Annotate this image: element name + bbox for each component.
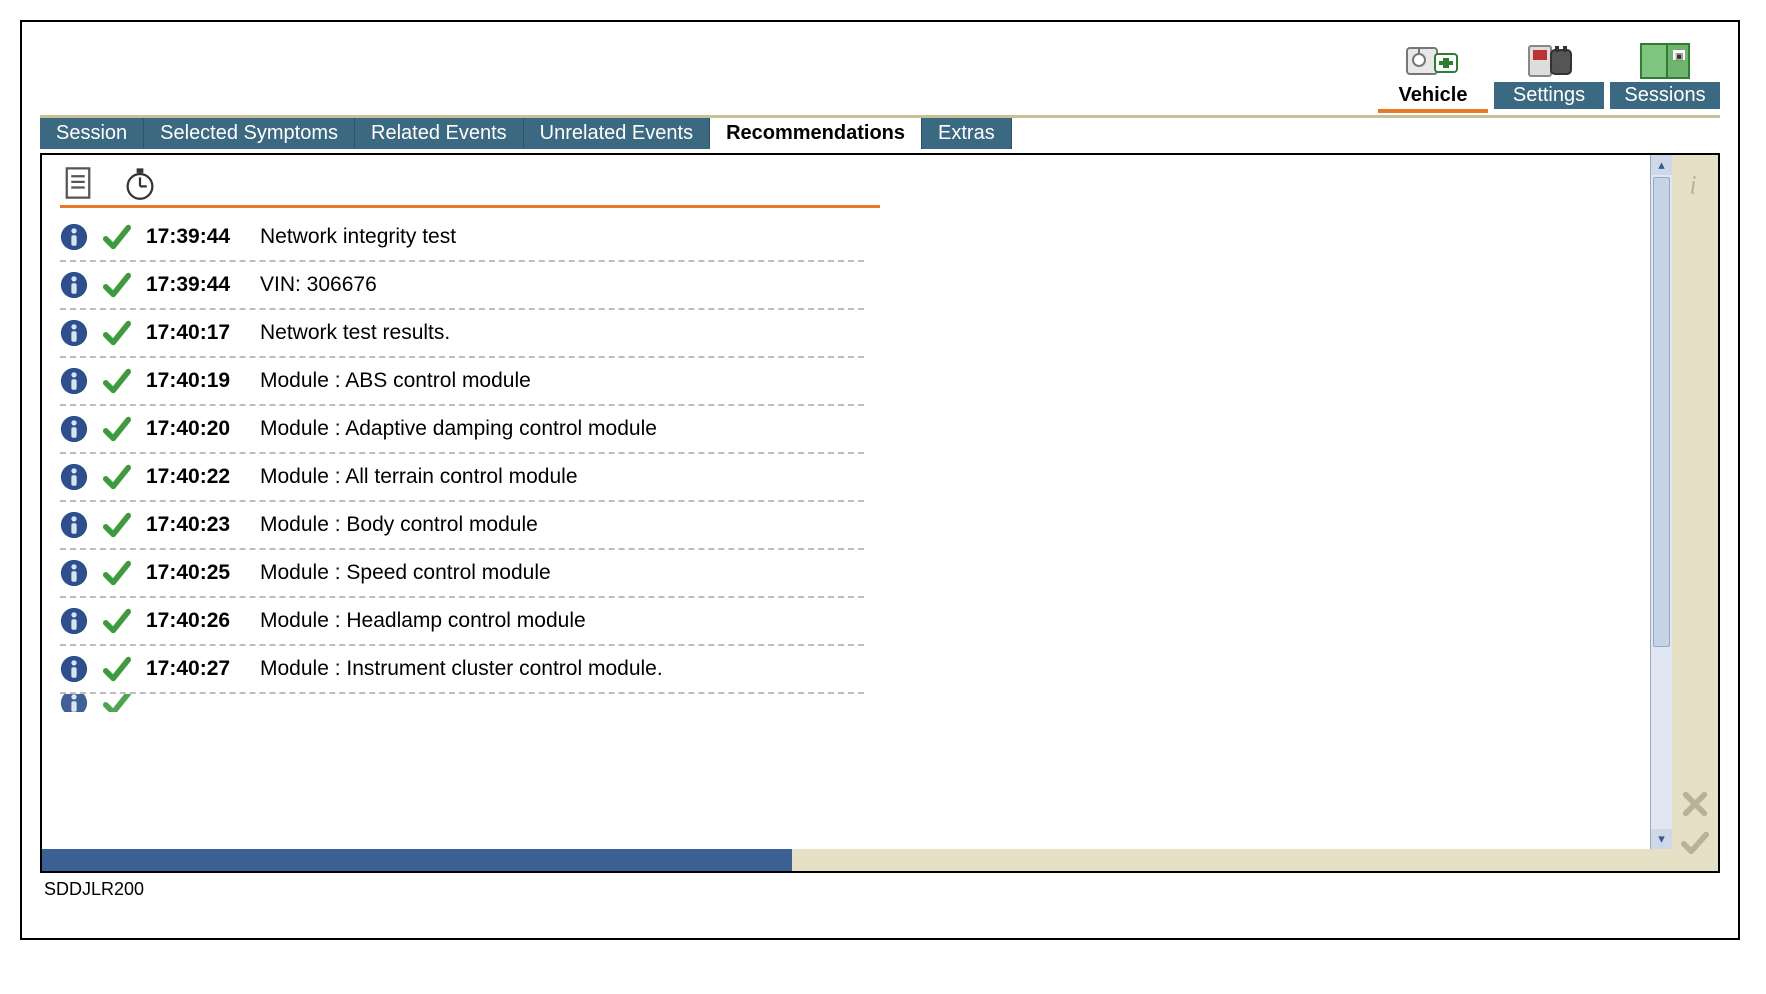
log-row[interactable]: 17:40:20 Module : Adaptive damping contro… bbox=[60, 406, 864, 454]
log-timestamp: 17:39:44 bbox=[146, 273, 246, 297]
log-row[interactable]: 17:40:26 Module : Headlamp control module bbox=[60, 598, 864, 646]
log-timestamp: 17:39:44 bbox=[146, 225, 246, 249]
log-description: Module : Headlamp control module bbox=[260, 609, 586, 633]
info-icon[interactable] bbox=[60, 511, 88, 539]
log-list: 17:39:44 Network integrity test 17:39:44 VI… bbox=[42, 208, 882, 712]
check-icon bbox=[102, 222, 132, 252]
log-timestamp: 17:40:23 bbox=[146, 513, 246, 537]
log-description: Module : Instrument cluster control modu… bbox=[260, 657, 663, 681]
confirm-icon[interactable] bbox=[1680, 827, 1710, 857]
log-row[interactable]: 17:39:44 VIN: 306676 bbox=[60, 262, 864, 310]
info-icon[interactable] bbox=[60, 415, 88, 443]
check-icon bbox=[102, 510, 132, 540]
scroll-up-arrow-icon[interactable]: ▴ bbox=[1651, 155, 1672, 175]
figure-label: SDDJLR200 bbox=[44, 879, 1720, 900]
info-icon[interactable] bbox=[60, 319, 88, 347]
settings-icon bbox=[1521, 40, 1577, 82]
check-icon bbox=[102, 366, 132, 396]
stopwatch-icon bbox=[122, 165, 158, 201]
check-icon bbox=[102, 654, 132, 684]
tab-related-events[interactable]: Related Events bbox=[355, 118, 524, 149]
topnav-sessions[interactable]: Sessions bbox=[1610, 40, 1720, 113]
cancel-icon[interactable] bbox=[1680, 789, 1710, 819]
log-row[interactable]: 17:40:25 Module : Speed control module bbox=[60, 550, 864, 598]
log-timestamp: 17:40:20 bbox=[146, 417, 246, 441]
log-description: Module : Adaptive damping control module bbox=[260, 417, 657, 441]
horizontal-scroll-thumb[interactable] bbox=[42, 849, 792, 871]
topnav-vehicle[interactable]: Vehicle bbox=[1378, 40, 1488, 113]
log-row[interactable]: 17:40:27 Module : Instrument cluster cont… bbox=[60, 646, 864, 694]
log-timestamp: 17:40:17 bbox=[146, 321, 246, 345]
column-header bbox=[42, 155, 1672, 205]
tab-unrelated-events[interactable]: Unrelated Events bbox=[524, 118, 710, 149]
log-row[interactable]: 17:40:17 Network test results. bbox=[60, 310, 864, 358]
topnav-settings[interactable]: Settings bbox=[1494, 40, 1604, 113]
log-timestamp: 17:40:19 bbox=[146, 369, 246, 393]
log-row[interactable] bbox=[60, 694, 864, 712]
log-timestamp: 17:40:22 bbox=[146, 465, 246, 489]
log-description: Network test results. bbox=[260, 321, 450, 345]
top-nav: Vehicle Settings Sessions bbox=[40, 40, 1720, 113]
log-timestamp: 17:40:26 bbox=[146, 609, 246, 633]
check-icon bbox=[102, 694, 132, 712]
tab-selected-symptoms[interactable]: Selected Symptoms bbox=[144, 118, 355, 149]
log-content: 17:39:44 Network integrity test 17:39:44 VI… bbox=[42, 155, 1672, 871]
topnav-label: Settings bbox=[1494, 82, 1604, 109]
scroll-down-arrow-icon[interactable]: ▾ bbox=[1651, 829, 1672, 849]
sessions-icon bbox=[1637, 40, 1693, 82]
info-icon[interactable] bbox=[1680, 169, 1710, 199]
log-description: Module : Speed control module bbox=[260, 561, 551, 585]
check-icon bbox=[102, 414, 132, 444]
info-icon[interactable] bbox=[60, 271, 88, 299]
vertical-scrollbar[interactable]: ▴ ▾ bbox=[1650, 155, 1672, 849]
tab-extras[interactable]: Extras bbox=[922, 118, 1012, 149]
recommendations-panel: 17:39:44 Network integrity test 17:39:44 VI… bbox=[40, 153, 1720, 873]
log-row[interactable]: 17:40:19 Module : ABS control module bbox=[60, 358, 864, 406]
check-icon bbox=[102, 558, 132, 588]
info-icon[interactable] bbox=[60, 655, 88, 683]
tab-session[interactable]: Session bbox=[40, 118, 144, 149]
log-timestamp: 17:40:27 bbox=[146, 657, 246, 681]
info-icon[interactable] bbox=[60, 694, 88, 712]
log-row[interactable]: 17:40:23 Module : Body control module bbox=[60, 502, 864, 550]
tab-strip: Session Selected Symptoms Related Events… bbox=[40, 115, 1720, 149]
scroll-thumb[interactable] bbox=[1653, 177, 1670, 647]
document-icon bbox=[60, 165, 96, 201]
check-icon bbox=[102, 270, 132, 300]
log-row[interactable]: 17:40:22 Module : All terrain control mod… bbox=[60, 454, 864, 502]
log-row[interactable]: 17:39:44 Network integrity test bbox=[60, 214, 864, 262]
log-description: Module : All terrain control module bbox=[260, 465, 578, 489]
log-description: VIN: 306676 bbox=[260, 273, 377, 297]
log-description: Module : ABS control module bbox=[260, 369, 531, 393]
horizontal-scrollbar[interactable] bbox=[42, 849, 1672, 871]
check-icon bbox=[102, 318, 132, 348]
info-icon[interactable] bbox=[60, 223, 88, 251]
info-icon[interactable] bbox=[60, 559, 88, 587]
info-icon[interactable] bbox=[60, 463, 88, 491]
check-icon bbox=[102, 462, 132, 492]
action-sidebar bbox=[1672, 155, 1718, 871]
check-icon bbox=[102, 606, 132, 636]
info-icon[interactable] bbox=[60, 367, 88, 395]
tab-recommendations[interactable]: Recommendations bbox=[710, 118, 922, 149]
log-description: Network integrity test bbox=[260, 225, 456, 249]
log-description: Module : Body control module bbox=[260, 513, 538, 537]
log-timestamp: 17:40:25 bbox=[146, 561, 246, 585]
vehicle-diagnostic-icon bbox=[1405, 40, 1461, 82]
topnav-label: Sessions bbox=[1610, 82, 1720, 109]
info-icon[interactable] bbox=[60, 607, 88, 635]
topnav-label: Vehicle bbox=[1378, 82, 1488, 109]
